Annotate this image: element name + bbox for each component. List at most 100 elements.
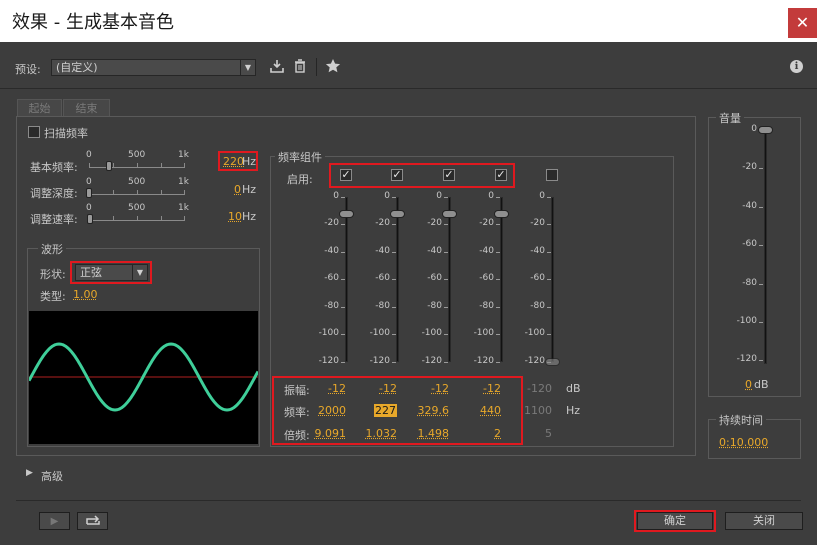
base-frequency-thumb[interactable]: [106, 161, 112, 171]
component-2-amplitude-track[interactable]: [396, 197, 399, 362]
component-4-amplitude-thumb[interactable]: [494, 209, 509, 218]
component-3-amplitude-track[interactable]: [448, 197, 451, 362]
sweep-frequency-label: 扫描频率: [44, 127, 88, 140]
component-4-frequency[interactable]: 440: [461, 404, 501, 417]
component-2-amplitude[interactable]: -12: [357, 382, 397, 395]
scale-label: -20: [479, 218, 494, 228]
component-5-amplitude[interactable]: -120: [512, 382, 552, 395]
volume-value[interactable]: 0: [745, 378, 752, 391]
mod-rate-thumb[interactable]: [87, 214, 93, 224]
component-5-frequency[interactable]: 1100: [512, 404, 552, 417]
component-2-amplitude-thumb[interactable]: [390, 209, 405, 218]
highlight-shape: [70, 261, 152, 284]
component-5-amplitude-track[interactable]: [551, 197, 554, 362]
scale-label: -60: [375, 273, 390, 283]
advanced-toggle[interactable]: 高级: [41, 468, 63, 484]
expand-arrow-icon[interactable]: ▶: [26, 468, 33, 478]
component-1-amplitude-thumb[interactable]: [339, 209, 354, 218]
close-button[interactable]: 关闭: [725, 512, 803, 530]
component-1-multiplier[interactable]: 9.091: [306, 427, 347, 440]
component-4-amplitude-track[interactable]: [500, 197, 503, 362]
component-1-amplitude[interactable]: -12: [306, 382, 346, 395]
component-5-enable-checkbox[interactable]: [546, 169, 558, 181]
duration-value[interactable]: 0:10.000: [719, 436, 768, 449]
save-preset-icon[interactable]: [269, 58, 285, 74]
delete-preset-icon[interactable]: [292, 58, 308, 74]
tab-start[interactable]: 起始: [17, 99, 62, 117]
component-1-enable-checkbox[interactable]: ✓: [340, 169, 352, 181]
component-5-amplitude-thumb[interactable]: [545, 358, 560, 366]
component-2-frequency-text: 227: [374, 404, 397, 417]
mod-rate-slider[interactable]: [89, 213, 185, 221]
component-3-frequency[interactable]: 329.6: [409, 404, 450, 417]
scale-label: -20: [324, 218, 339, 228]
tab-end[interactable]: 结束: [63, 99, 110, 117]
mod-depth-thumb[interactable]: [86, 188, 92, 198]
ruler-label-1k: 1k: [178, 203, 189, 213]
mod-rate-label: 调整速率:: [30, 213, 78, 226]
volume-slider-track[interactable]: [764, 128, 767, 364]
scale-label: -40: [479, 246, 494, 256]
sweep-frequency-checkbox[interactable]: [28, 126, 40, 138]
scale-label: -40: [427, 246, 442, 256]
scale-label: 0: [384, 191, 390, 201]
play-button[interactable]: ▶: [39, 512, 70, 530]
close-window-button[interactable]: ✕: [788, 8, 817, 38]
mod-rate-value[interactable]: 10: [228, 210, 242, 223]
scale-tick: [496, 362, 500, 363]
volume-scale-label: -100: [736, 316, 757, 326]
type-label: 类型:: [40, 290, 66, 303]
scale-label: -60: [530, 273, 545, 283]
base-frequency-slider[interactable]: [89, 160, 185, 168]
ruler-label-0: 0: [86, 203, 92, 213]
info-icon[interactable]: ℹ: [790, 60, 803, 73]
preset-dropdown[interactable]: (自定义) ▼: [51, 59, 256, 76]
component-3-amplitude[interactable]: -12: [409, 382, 449, 395]
volume-slider-thumb[interactable]: [758, 126, 773, 134]
ruler-label-1k: 1k: [178, 177, 189, 187]
scale-tick: [341, 362, 345, 363]
play-icon: ▶: [50, 516, 59, 527]
scale-label: -80: [479, 301, 494, 311]
component-4-enable-checkbox[interactable]: ✓: [495, 169, 507, 181]
loop-icon: [85, 515, 100, 525]
component-3-amplitude-thumb[interactable]: [442, 209, 457, 218]
component-4-frequency-text: 440: [480, 404, 501, 417]
component-1-amplitude-track[interactable]: [345, 197, 348, 362]
component-3-multiplier[interactable]: 1.498: [409, 427, 450, 440]
scale-label: -100: [524, 328, 545, 338]
component-5-multiplier[interactable]: 5: [512, 427, 552, 440]
ruler-label-500: 500: [128, 177, 146, 187]
scale-label: -40: [375, 246, 390, 256]
mod-depth-slider[interactable]: [89, 187, 185, 195]
component-2-multiplier[interactable]: 1.032: [357, 427, 398, 440]
scale-label: -100: [369, 328, 390, 338]
ruler-label-500: 500: [128, 150, 146, 160]
mod-depth-label: 调整深度:: [30, 187, 78, 200]
scale-label: -80: [324, 301, 339, 311]
component-4-multiplier[interactable]: 2: [461, 427, 501, 440]
component-2-enable-checkbox[interactable]: ✓: [391, 169, 403, 181]
favorite-star-icon[interactable]: [325, 58, 341, 74]
component-4-amplitude[interactable]: -12: [461, 382, 501, 395]
mod-depth-value[interactable]: 0: [234, 183, 241, 196]
base-frequency-value[interactable]: 220: [223, 155, 244, 168]
highlight-ok: [634, 510, 716, 532]
component-1-frequency[interactable]: 2000: [306, 404, 346, 417]
scale-label: -60: [427, 273, 442, 283]
component-2-frequency[interactable]: 227: [357, 404, 397, 417]
type-value[interactable]: 1.00: [73, 288, 98, 301]
component-3-enable-checkbox[interactable]: ✓: [443, 169, 455, 181]
chevron-down-icon: ▼: [240, 60, 255, 75]
ruler-label-0: 0: [86, 177, 92, 187]
volume-scale-label: -40: [742, 201, 757, 211]
scale-label: -40: [530, 246, 545, 256]
frequency-unit: Hz: [566, 404, 581, 417]
scale-label: -80: [375, 301, 390, 311]
footer-separator: [16, 500, 801, 501]
scale-label: -120: [524, 356, 545, 366]
volume-scale-label: -60: [742, 239, 757, 249]
volume-scale-tick: [759, 168, 763, 169]
loop-button[interactable]: [77, 512, 108, 530]
scale-label: 0: [488, 191, 494, 201]
